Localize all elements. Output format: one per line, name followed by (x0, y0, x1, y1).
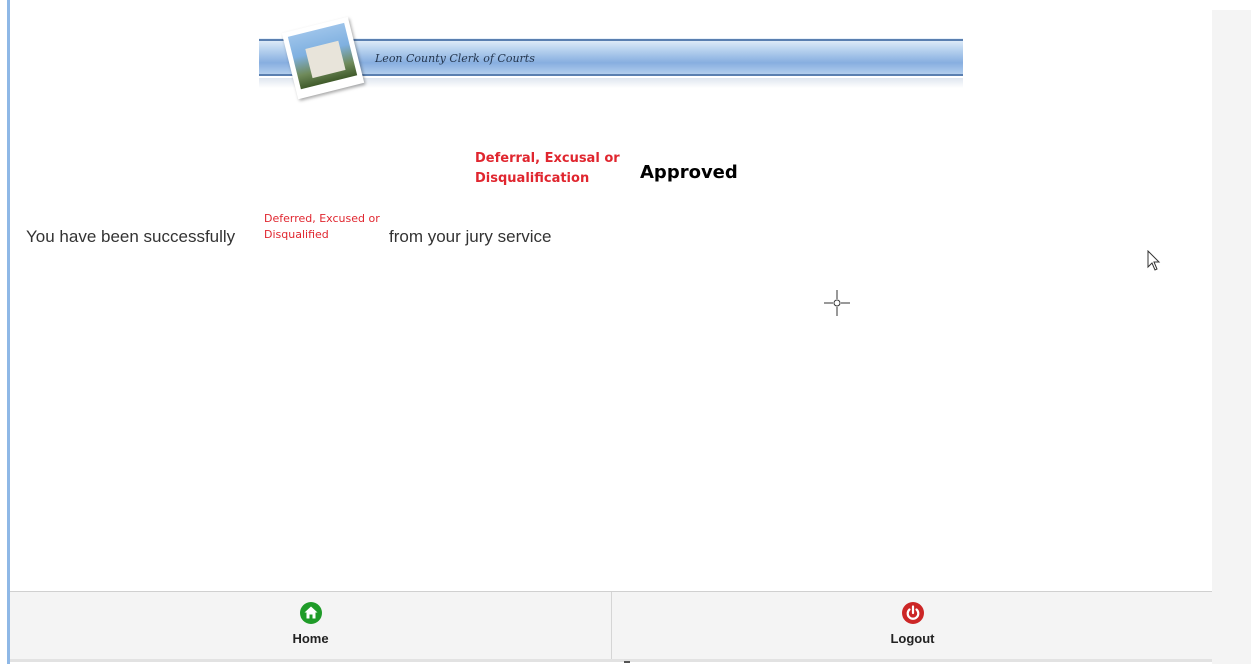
message-status-note: Deferred, Excused or Disqualified (264, 212, 380, 241)
crosshair-icon (824, 290, 850, 316)
banner-title: Leon County Clerk of Courts (375, 52, 535, 65)
home-button[interactable]: Home (10, 592, 611, 660)
home-label: Home (292, 631, 329, 646)
message-prefix: You have been successfully (26, 227, 236, 246)
logout-button[interactable]: Logout (612, 592, 1213, 660)
courthouse-building (305, 40, 346, 79)
right-gutter (1212, 0, 1251, 664)
status-approved: Approved (640, 162, 738, 183)
courthouse-photo-image (287, 22, 358, 90)
banner-fade (259, 78, 963, 88)
deferral-notice: Deferral, Excusal or Disqualification (475, 151, 620, 186)
left-border (7, 0, 10, 664)
right-gutter-top (1212, 0, 1251, 10)
bottom-border (10, 659, 1212, 662)
bottom-nub (624, 661, 630, 663)
message-suffix: from your jury service (389, 227, 552, 246)
banner-line (259, 74, 963, 76)
banner-stripe (259, 38, 963, 76)
mouse-pointer-icon (1147, 250, 1161, 271)
banner-line (259, 39, 963, 41)
footer-nav: Home Logout (10, 591, 1212, 660)
home-icon (300, 602, 322, 624)
logout-label: Logout (890, 631, 935, 646)
header-banner: Leon County Clerk of Courts (259, 16, 963, 100)
power-icon (902, 602, 924, 624)
